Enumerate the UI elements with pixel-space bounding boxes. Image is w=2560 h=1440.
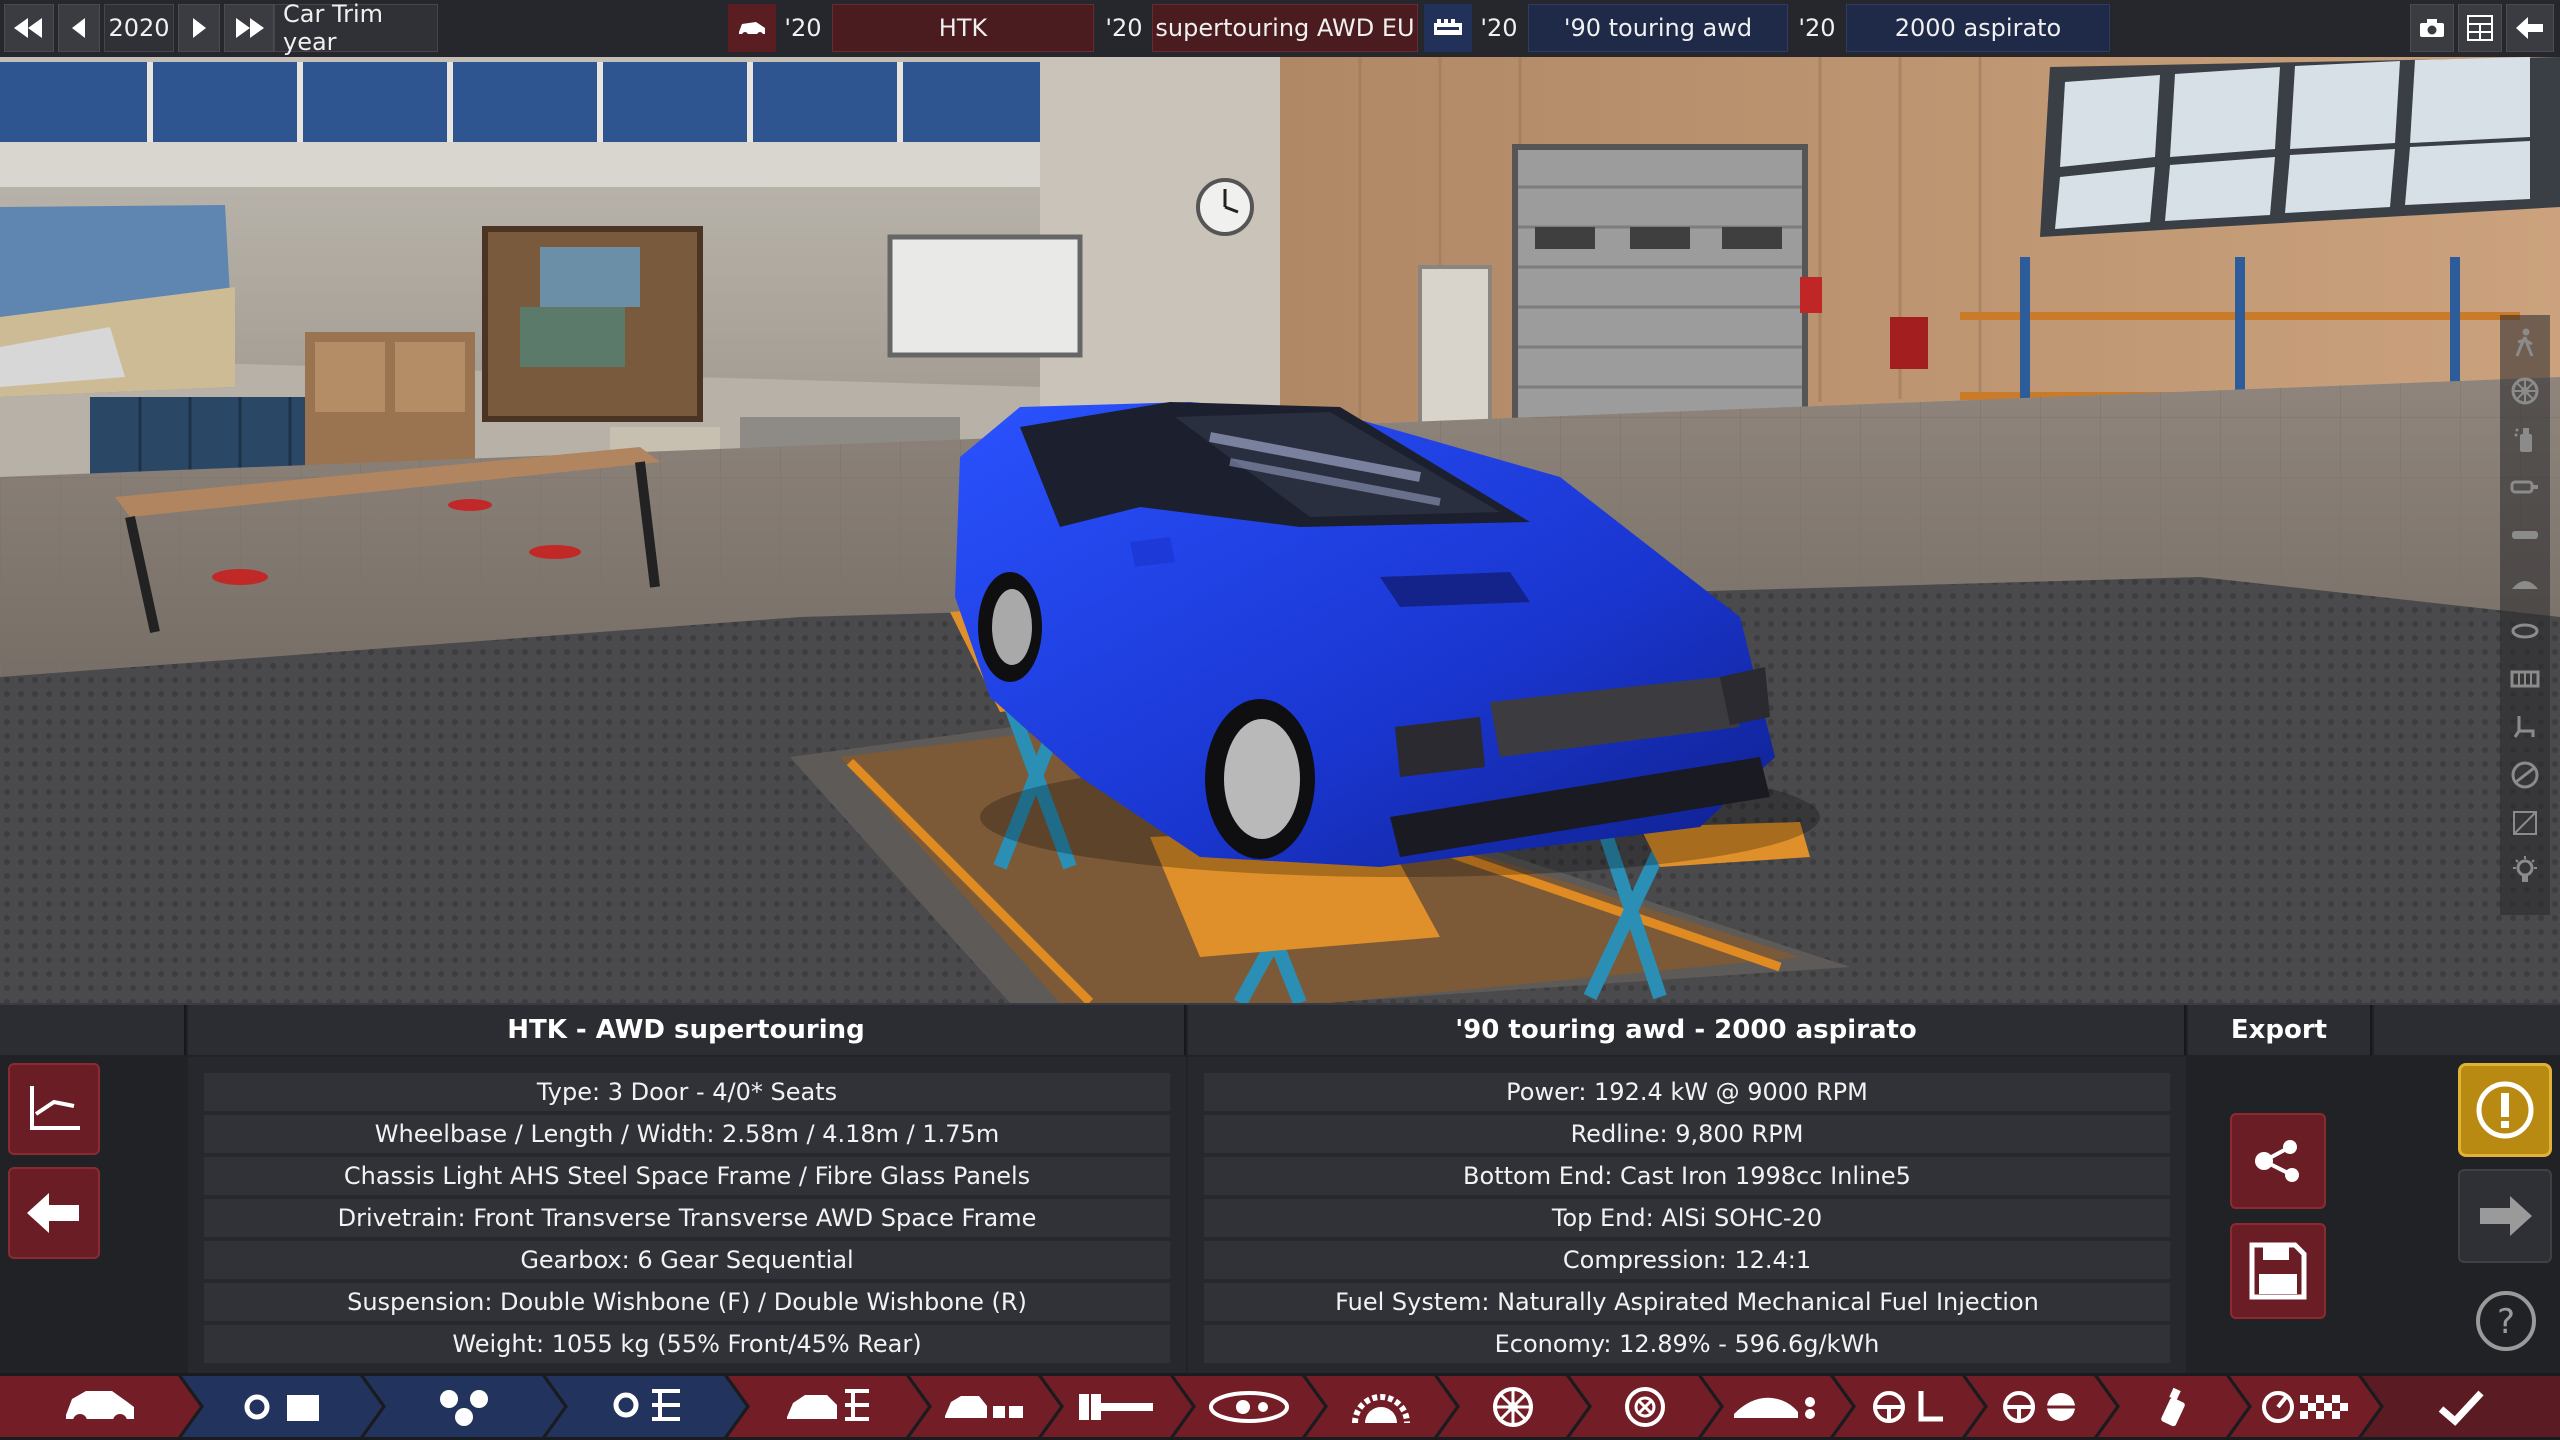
camera-icon[interactable] <box>2410 4 2454 52</box>
layout-grid-icon[interactable] <box>2458 4 2502 52</box>
engine-spec-row: Power: 192.4 kW @ 9000 RPM <box>1204 1073 2170 1111</box>
engine-spec-row: Redline: 9,800 RPM <box>1204 1115 2170 1153</box>
wheels-icon[interactable] <box>1438 1376 1588 1437</box>
engine-family-select[interactable]: '90 touring awd <box>1528 4 1788 52</box>
engine-block-icon <box>1424 4 1472 52</box>
wheel-icon[interactable] <box>2507 373 2543 409</box>
engine-tuning-icon[interactable] <box>546 1376 746 1437</box>
exhaust-icon[interactable] <box>2507 469 2543 505</box>
bumper-icon[interactable] <box>2507 517 2543 553</box>
walking-person-icon[interactable] <box>2507 325 2543 361</box>
car-model-year: '20 <box>784 14 822 42</box>
back-arrow-icon[interactable] <box>2506 4 2554 52</box>
trim-select[interactable]: supertouring AWD EU <box>1152 4 1418 52</box>
variant-select[interactable]: 2000 aspirato <box>1846 4 2110 52</box>
save-floppy-icon[interactable] <box>2230 1223 2326 1319</box>
export-title: Export <box>2188 1005 2372 1055</box>
interior-icon[interactable] <box>1834 1376 1984 1437</box>
engine-spec-row: Top End: AlSi SOHC-20 <box>1204 1199 2170 1237</box>
car-trim-icon[interactable] <box>728 1376 928 1437</box>
left-arrow-icon[interactable] <box>8 1167 100 1259</box>
engine-panel-title: '90 touring awd - 2000 aspirato <box>1188 1005 2186 1055</box>
engine-spec-row: Bottom End: Cast Iron 1998cc Inline5 <box>1204 1157 2170 1195</box>
car-spec-row: Suspension: Double Wishbone (F) / Double… <box>204 1283 1170 1321</box>
garage-viewport[interactable] <box>0 57 2560 1003</box>
fast-forward-icon[interactable] <box>224 4 274 52</box>
seat-icon[interactable] <box>2507 709 2543 745</box>
car-model-select[interactable]: HTK <box>832 4 1094 52</box>
test-track-icon[interactable] <box>2230 1376 2380 1437</box>
warning-exclamation-icon[interactable] <box>2458 1063 2552 1157</box>
steering-icon[interactable] <box>2507 757 2543 793</box>
car-spec-row: Weight: 1055 kg (55% Front/45% Rear) <box>204 1325 1170 1363</box>
car-spec-row: Type: 3 Door - 4/0* Seats <box>204 1073 1170 1111</box>
play-next-icon[interactable] <box>178 4 220 52</box>
help-question-icon[interactable]: ? <box>2466 1281 2546 1361</box>
engine-parts-icon[interactable] <box>364 1376 564 1437</box>
car-trim-year-label: Car Trim year <box>274 0 438 56</box>
car-spec-row: Chassis Light AHS Steel Space Frame / Fi… <box>204 1157 1170 1195</box>
car-icon <box>728 4 776 52</box>
engine-specs: Power: 192.4 kW @ 9000 RPM Redline: 9,80… <box>1188 1057 2186 1375</box>
share-icon[interactable] <box>2230 1113 2326 1209</box>
trim-year: '20 <box>1105 14 1143 42</box>
previous-icon[interactable] <box>58 4 100 52</box>
engine-spec-row: Fuel System: Naturally Aspirated Mechani… <box>1204 1283 2170 1321</box>
left-column-header <box>0 1005 186 1055</box>
bottom-navigation <box>0 1373 2560 1440</box>
frame-icon[interactable] <box>2507 805 2543 841</box>
year-display: 2020 <box>104 4 174 52</box>
engine-spec-row: Economy: 12.89% - 596.6g/kWh <box>1204 1325 2170 1363</box>
info-panel: HTK - AWD supertouring Type: 3 Door - 4/… <box>0 1003 2560 1375</box>
aero-icon[interactable] <box>1702 1376 1852 1437</box>
checkmark-icon[interactable] <box>2362 1376 2560 1437</box>
tuning-icon[interactable] <box>1966 1376 2116 1437</box>
drivetrain-icon[interactable] <box>1174 1376 1324 1437</box>
body-icon[interactable] <box>910 1376 1060 1437</box>
paint-icon[interactable] <box>2098 1376 2248 1437</box>
spray-icon[interactable] <box>2507 421 2543 457</box>
engine-spec-row: Compression: 12.4:1 <box>1204 1241 2170 1279</box>
svg-text:?: ? <box>2497 1302 2515 1342</box>
car-spec-row: Gearbox: 6 Gear Sequential <box>204 1241 1170 1279</box>
engine-family-icon[interactable] <box>182 1376 382 1437</box>
bulb-icon[interactable] <box>2507 853 2543 889</box>
suspension-icon[interactable] <box>1306 1376 1456 1437</box>
graph-axis-icon[interactable] <box>8 1063 100 1155</box>
car-roof-icon[interactable] <box>2507 565 2543 601</box>
variant-year: '20 <box>1798 14 1836 42</box>
car-specs: Type: 3 Door - 4/0* Seats Wheelbase / Le… <box>188 1057 1186 1375</box>
grille-icon[interactable] <box>2507 661 2543 697</box>
lights-icon[interactable] <box>2507 613 2543 649</box>
right-column-header <box>2374 1005 2560 1055</box>
car-spec-row: Wheelbase / Length / Width: 2.58m / 4.18… <box>204 1115 1170 1153</box>
right-arrow-icon[interactable] <box>2458 1169 2552 1263</box>
engine-family-year: '20 <box>1480 14 1518 42</box>
chassis-icon[interactable] <box>1042 1376 1192 1437</box>
view-toolbar <box>2500 315 2550 915</box>
brakes-icon[interactable] <box>1570 1376 1720 1437</box>
car-panel-title: HTK - AWD supertouring <box>188 1005 1186 1055</box>
top-bar: 2020 Car Trim year '20 HTK '20 supertour… <box>0 0 2560 59</box>
car-model-icon[interactable] <box>0 1376 200 1437</box>
fast-rewind-icon[interactable] <box>4 4 54 52</box>
car-spec-row: Drivetrain: Front Transverse Transverse … <box>204 1199 1170 1237</box>
